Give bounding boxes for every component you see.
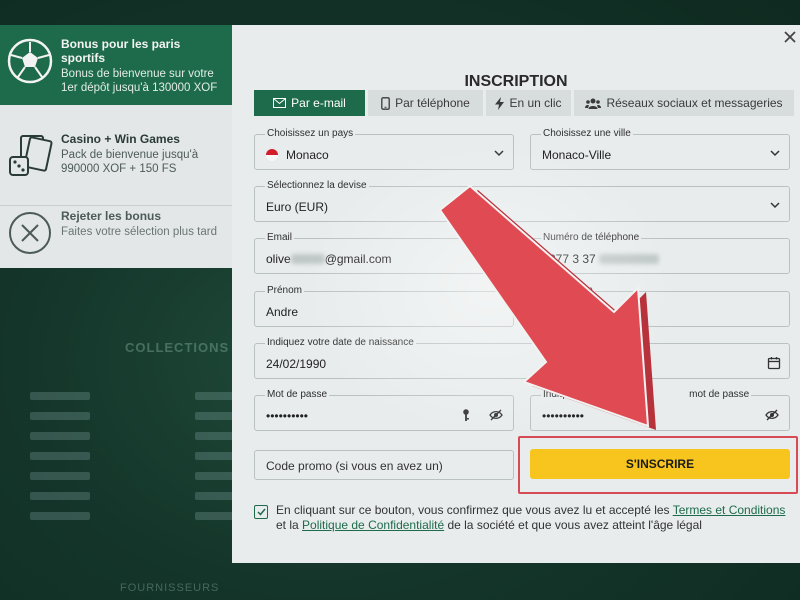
- bonus-option-reject[interactable]: Rejeter les bonus Faites votre sélection…: [0, 197, 232, 267]
- tab-social-label: Réseaux sociaux et messageries: [606, 96, 783, 110]
- bonus-reject-title: Rejeter les bonus: [61, 209, 162, 223]
- firstname-field[interactable]: Prénom Andre: [254, 285, 514, 327]
- chevron-down-icon: [494, 150, 504, 157]
- firstname-label: Prénom: [265, 285, 305, 296]
- city-value: Monaco-Ville: [542, 148, 612, 162]
- close-icon[interactable]: [782, 29, 798, 45]
- password-field[interactable]: Mot de passe ••••••••••: [254, 389, 514, 431]
- terms-link[interactable]: Termes et Conditions: [673, 503, 786, 517]
- tab-email-label: Par e-mail: [291, 96, 346, 110]
- city-select[interactable]: Choisissez une ville Monaco-Ville: [530, 128, 790, 170]
- birthdate-value: 24/02/1990: [266, 357, 327, 371]
- bonus-panel: Bonus pour les paris sportifs Bonus de b…: [0, 25, 232, 268]
- tab-social[interactable]: Réseaux sociaux et messageries: [574, 90, 794, 116]
- phone-redaction: [599, 254, 660, 264]
- phone-label: Numéro de téléphone: [541, 232, 642, 243]
- password-value: ••••••••••: [266, 409, 309, 423]
- country-value: Monaco: [286, 148, 329, 162]
- registration-modal: INSCRIPTION Par e-mail Par téléphone En …: [232, 25, 800, 563]
- key-icon[interactable]: [459, 408, 473, 422]
- consent-row: En cliquant sur ce bouton, vous confirme…: [254, 503, 794, 533]
- bonus-sport-desc: Bonus de bienvenue sur votre 1er dépôt j…: [61, 68, 218, 94]
- bonus-sport-title: Bonus pour les paris sportifs: [61, 37, 181, 65]
- bg-collections-label: COLLECTIONS: [125, 340, 230, 355]
- chevron-down-icon: [770, 202, 780, 209]
- currency-select[interactable]: Sélectionnez la devise Euro (EUR): [254, 180, 790, 222]
- consent-text-part-1: En cliquant sur ce bouton, vous confirme…: [276, 503, 673, 517]
- tab-email[interactable]: Par e-mail: [254, 90, 368, 116]
- firstname-value: Andre: [266, 305, 299, 319]
- soccer-ball-icon: [6, 37, 54, 85]
- consent-text-part-3: de la société et que vous avez atteint l…: [444, 518, 702, 532]
- consent-text: En cliquant sur ce bouton, vous confirme…: [276, 503, 794, 533]
- bonus-casino-desc: Pack de bienvenue jusqu'à 990000 XOF + 1…: [61, 149, 199, 175]
- monaco-flag-icon: [266, 149, 278, 161]
- birthdate-label: Indiquez votre date de naissance: [265, 337, 416, 348]
- consent-text-part-2: et la: [276, 518, 303, 532]
- country-label: Choisissez un pays: [265, 128, 356, 139]
- password-confirm-label-end: mot de passe: [689, 389, 750, 400]
- password-label: Mot de passe: [265, 389, 330, 400]
- close-circle-icon: [6, 209, 54, 257]
- tab-phone[interactable]: Par téléphone: [368, 90, 486, 116]
- consent-checkbox[interactable]: [254, 505, 268, 519]
- calendar-icon[interactable]: [767, 356, 781, 370]
- modal-title: INSCRIPTION: [464, 73, 568, 90]
- email-redaction: [290, 254, 325, 264]
- promo-code-input[interactable]: Code promo (si vous en avez un): [254, 450, 514, 480]
- bonus-option-sport[interactable]: Bonus pour les paris sportifs Bonus de b…: [0, 25, 232, 105]
- email-value-start: olive: [266, 252, 291, 266]
- registration-tabs: Par e-mail Par téléphone En un clic Rése…: [254, 90, 794, 116]
- tab-phone-label: Par téléphone: [395, 96, 470, 110]
- cards-dice-icon: [6, 132, 54, 180]
- bonus-option-casino[interactable]: Casino + Win Games Pack de bienvenue jus…: [0, 120, 232, 200]
- users-icon: [585, 98, 602, 109]
- lightning-icon: [495, 96, 505, 110]
- eye-slash-icon[interactable]: [765, 408, 779, 422]
- email-label: Email: [265, 232, 295, 243]
- password-confirm-label-start: Indiquez d: [543, 389, 590, 400]
- signup-button[interactable]: S'INSCRIRE: [530, 449, 790, 479]
- bg-footer-label: FOURNISSEURS: [120, 582, 220, 594]
- bonus-casino-title: Casino + Win Games: [61, 132, 180, 146]
- eye-slash-icon[interactable]: [489, 408, 503, 422]
- currency-label: Sélectionnez la devise: [265, 180, 369, 191]
- password-confirm-field[interactable]: Indiquez d mot de passe ••••••••••: [530, 389, 790, 431]
- phone-field[interactable]: Numéro de téléphone +377 3 37: [530, 232, 790, 274]
- bonus-reject-desc: Faites votre sélection plus tard: [61, 226, 217, 238]
- country-select[interactable]: Choisissez un pays Monaco: [254, 128, 514, 170]
- tab-one-click[interactable]: En un clic: [486, 90, 574, 116]
- email-value-end: @gmail.com: [324, 252, 392, 266]
- lastname-field[interactable]: om: [530, 285, 790, 327]
- privacy-link[interactable]: Politique de Confidentialité: [302, 518, 444, 532]
- tab-one-click-label: En un clic: [509, 96, 562, 110]
- chevron-down-icon: [770, 150, 780, 157]
- envelope-icon: [273, 98, 287, 108]
- lastname-label: om: [577, 285, 595, 296]
- currency-value: Euro (EUR): [266, 200, 329, 214]
- phone-value: +377 3 37: [542, 252, 596, 266]
- phone-icon: [381, 96, 390, 110]
- city-label: Choisissez une ville: [541, 128, 633, 139]
- check-icon: [256, 508, 266, 516]
- birthdate-field[interactable]: Indiquez votre date de naissance 24/02/1…: [254, 337, 790, 379]
- email-field[interactable]: Email olive @gmail.com: [254, 232, 514, 274]
- password-confirm-value: ••••••••••: [542, 409, 585, 423]
